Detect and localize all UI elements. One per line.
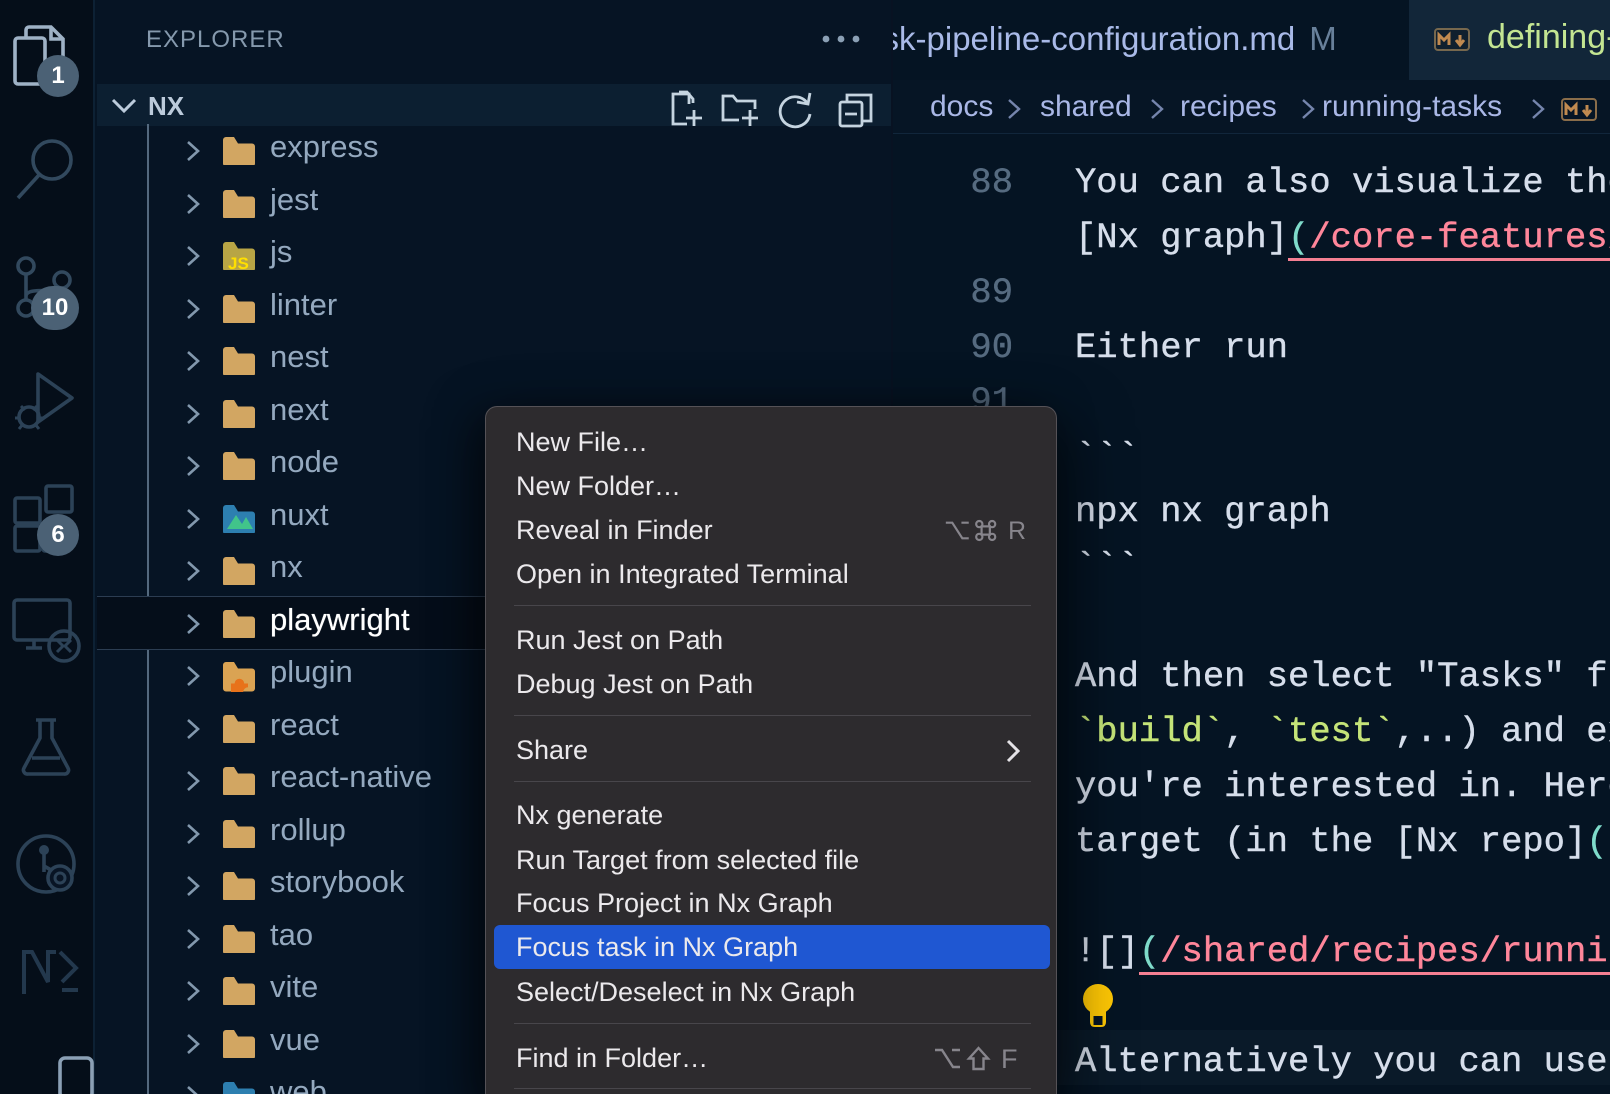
svg-text:R: R xyxy=(1008,518,1026,544)
svg-text:JS: JS xyxy=(228,254,249,270)
svg-text:F: F xyxy=(1001,1045,1018,1072)
